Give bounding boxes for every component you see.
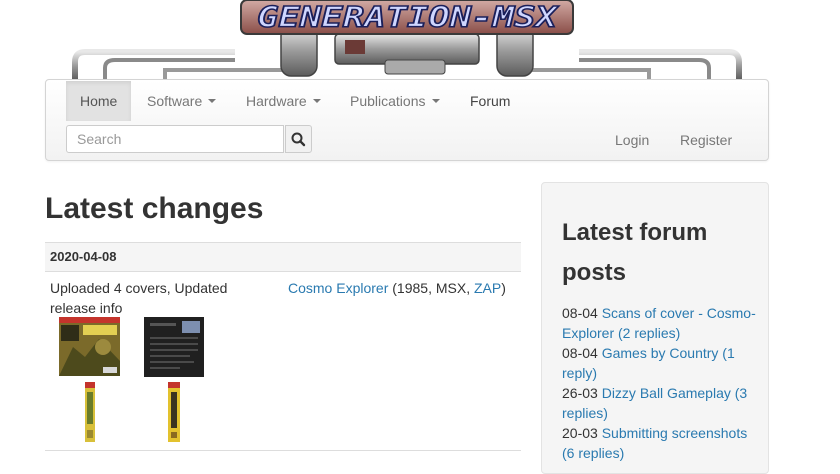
nav-publications-dropdown[interactable]: Publications — [336, 81, 454, 121]
list-item: 20-03 Submitting screenshots (6 replies) — [562, 423, 762, 463]
change-row: Uploaded 4 covers, Updated release info … — [45, 272, 521, 451]
post-date: 08-04 — [562, 345, 598, 361]
page-title: Latest changes — [45, 192, 264, 225]
post-date: 08-04 — [562, 305, 598, 321]
caret-down-icon — [312, 99, 321, 104]
search-input[interactable] — [66, 125, 284, 153]
nav-forum[interactable]: Forum — [456, 81, 524, 121]
nav-software-dropdown[interactable]: Software — [133, 81, 230, 121]
logo-text: GENERATION-MSX — [257, 1, 560, 34]
list-item: 26-03 Dizzy Ball Gameplay (3 replies) — [562, 383, 762, 423]
search-icon — [291, 132, 306, 147]
cover-spine-thumbnail[interactable] — [85, 382, 95, 442]
cover-spine-thumbnail[interactable] — [168, 382, 180, 442]
register-link[interactable]: Register — [680, 132, 732, 148]
site-logo[interactable]: GENERATION-MSX — [45, 0, 769, 82]
caret-down-icon — [431, 99, 440, 104]
caret-down-icon — [208, 99, 217, 104]
cover-back-thumbnail[interactable] — [144, 317, 204, 377]
sidebar-title: Latest forum posts — [562, 219, 708, 286]
post-date: 20-03 — [562, 425, 598, 441]
nav-home-label: Home — [80, 93, 118, 109]
cover-front-thumbnail[interactable] — [59, 317, 120, 376]
game-info: (1985, MSX, — [388, 280, 474, 296]
changes-table: 2020-04-08 Uploaded 4 covers, Updated re… — [45, 242, 521, 451]
list-item: 08-04 Scans of cover - Cosmo-Explorer (2… — [562, 303, 762, 343]
nav-software-label: Software — [147, 93, 203, 109]
game-link[interactable]: Cosmo Explorer — [288, 280, 388, 296]
game-info-close: ) — [501, 280, 506, 296]
date-header: 2020-04-08 — [45, 242, 521, 272]
forum-sidebar: Latest forum posts 08-04 Scans of cover … — [541, 182, 769, 474]
nav-forum-label: Forum — [470, 93, 511, 109]
navbar: Home Software Hardware Publications Foru… — [45, 79, 769, 161]
nav-home[interactable]: Home — [66, 81, 132, 121]
search-button[interactable] — [285, 125, 312, 153]
search-form — [66, 125, 312, 153]
nav-hardware-label: Hardware — [246, 93, 307, 109]
change-description: Uploaded 4 covers, Updated release info — [50, 280, 228, 316]
nav-hardware-dropdown[interactable]: Hardware — [232, 81, 335, 121]
list-item: 08-04 Games by Country (1 reply) — [562, 343, 762, 383]
change-title: Cosmo Explorer (1985, MSX, ZAP) — [288, 278, 506, 298]
nav-publications-label: Publications — [350, 93, 426, 109]
publisher-link[interactable]: ZAP — [474, 280, 501, 296]
login-link[interactable]: Login — [615, 132, 649, 148]
forum-post-list: 08-04 Scans of cover - Cosmo-Explorer (2… — [562, 303, 762, 463]
post-date: 26-03 — [562, 385, 598, 401]
